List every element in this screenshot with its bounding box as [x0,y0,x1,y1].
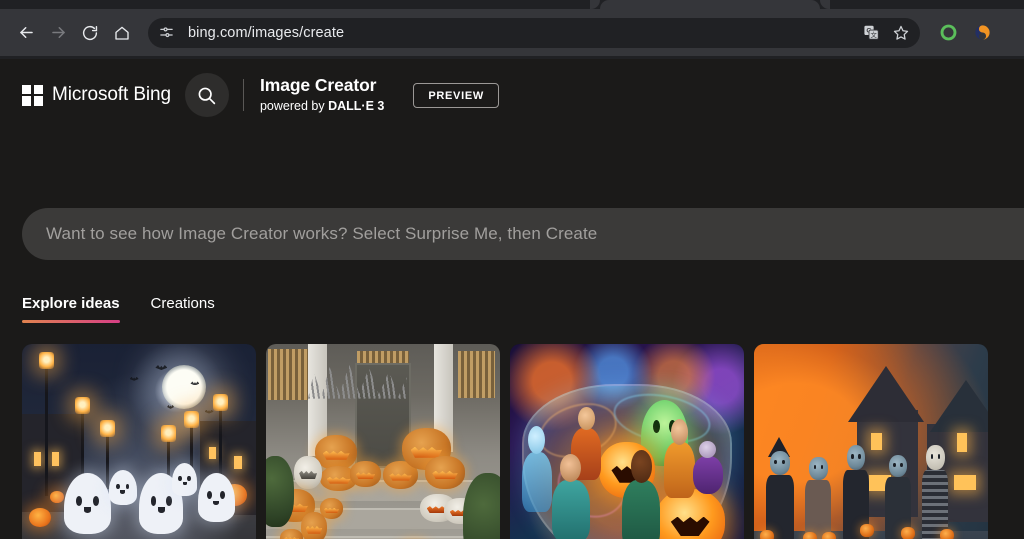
image-thumbnail [510,344,744,539]
image-card-ghosts-night-street[interactable] [22,344,256,539]
image-thumbnail [266,344,500,539]
tab-strip [0,0,1024,9]
address-bar[interactable]: bing.com/images/create G 文 [148,17,920,48]
browser-chrome: bing.com/images/create G 文 [0,0,1024,59]
home-button[interactable] [106,17,138,49]
translate-icon[interactable]: G 文 [858,20,884,46]
reload-button[interactable] [74,17,106,49]
back-button[interactable] [10,17,42,49]
powered-by-brand: DALL·E 3 [328,99,385,114]
green-ring-extension-icon[interactable] [934,19,962,47]
image-thumbnail [22,344,256,539]
preview-badge[interactable]: PREVIEW [413,82,499,108]
header-divider [242,79,244,111]
image-card-porch-pumpkins[interactable] [266,344,500,539]
moon-shape [162,365,207,410]
page-content: Microsoft Bing Image Creator powered by … [0,59,1024,539]
orange-navy-profile-icon[interactable] [968,19,996,47]
image-card-trick-or-treaters[interactable] [754,344,988,539]
browser-toolbar: bing.com/images/create G 文 [0,9,1024,56]
microsoft-bing-logo[interactable]: Microsoft Bing [22,84,171,106]
prompt-placeholder: Want to see how Image Creator works? Sel… [46,224,598,243]
forward-button[interactable] [42,17,74,49]
tab-explore-ideas[interactable]: Explore ideas [22,295,120,323]
toolbar-extensions [934,19,1000,47]
image-thumbnail [754,344,988,539]
image-gallery-grid [22,344,1024,539]
svg-text:文: 文 [870,30,877,39]
microsoft-squares-icon [22,84,43,106]
powered-by-label: powered by DALL·E 3 [260,98,384,114]
gallery-tabs: Explore ideas Creations [22,295,215,323]
page-title: Image Creator [259,75,377,96]
product-title-block: Image Creator powered by DALL·E 3 [260,75,384,114]
site-settings-sliders-icon[interactable] [154,21,178,45]
browser-tab[interactable] [590,0,830,9]
url-text: bing.com/images/create [188,24,345,41]
bing-header: Microsoft Bing Image Creator powered by … [0,59,1024,131]
prompt-input[interactable]: Want to see how Image Creator works? Sel… [22,208,1024,260]
microsoft-bing-wordmark: Microsoft Bing [52,84,171,105]
tab-creations[interactable]: Creations [151,295,215,323]
search-icon[interactable] [184,73,229,117]
bookmark-star-icon[interactable] [888,20,914,46]
image-card-neon-glass-bowl[interactable] [510,344,744,539]
powered-by-prefix: powered by [259,99,329,114]
omnibox-actions: G 文 [858,18,914,48]
